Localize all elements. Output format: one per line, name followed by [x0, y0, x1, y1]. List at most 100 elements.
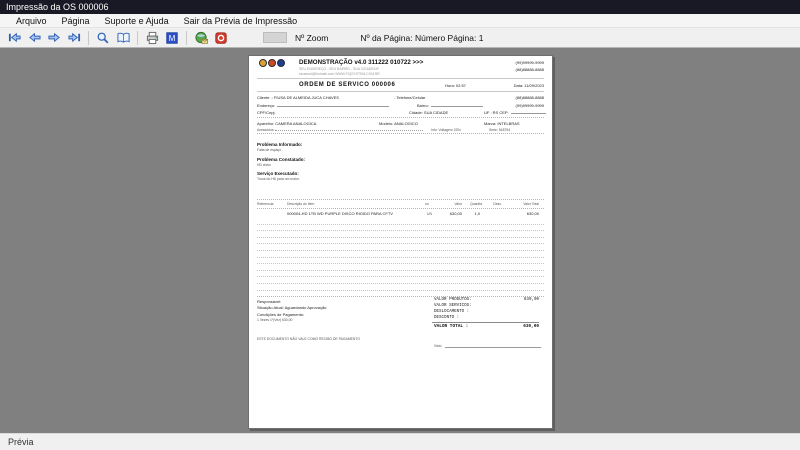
svg-text:M: M	[169, 34, 176, 43]
pdf-button[interactable]	[212, 30, 230, 46]
device-accessories-label: Acessórios :	[257, 127, 276, 132]
divider	[257, 208, 544, 209]
grand-total-value: 630,00	[523, 324, 539, 329]
document-page: DEMONSTRAÇÃO v4.0 311222 010722 >>> SEU …	[248, 55, 553, 429]
logo-circle-blue	[277, 59, 285, 67]
two-pages-icon	[116, 31, 131, 44]
company-phone-2: (88)88888-8888	[515, 67, 544, 72]
page-number-label: Nº da Página: Número Página: 1	[360, 32, 484, 43]
empty-item-row	[257, 264, 544, 271]
next-page-icon	[47, 31, 62, 44]
device-brand: Marca: INTELBRAS	[484, 120, 520, 126]
problem-found-text: HD cheio	[257, 163, 271, 167]
device-serial: Serie: 548754	[489, 127, 511, 132]
send-email-icon	[194, 31, 209, 45]
client-district-label: Bairro:	[417, 102, 429, 108]
empty-item-row	[257, 238, 544, 245]
first-page-icon	[7, 31, 22, 44]
total-products-label: VALOR PRODUTOS:	[434, 298, 472, 302]
empty-item-row	[257, 225, 544, 232]
company-name: DEMONSTRAÇÃO v4.0 311222 010722 >>>	[299, 59, 424, 66]
divider	[432, 322, 539, 323]
empty-item-row	[257, 231, 544, 238]
prev-page-button[interactable]	[25, 30, 43, 46]
zoom-input[interactable]	[263, 32, 287, 43]
blank-line	[431, 103, 483, 107]
empty-item-row	[257, 258, 544, 265]
export-word-button[interactable]: M	[163, 30, 181, 46]
toolbar-separator	[88, 30, 89, 45]
grand-total-label: VALOR TOTAL :	[434, 324, 469, 329]
client-city: Cidade: SUA CIDADE	[409, 110, 449, 115]
payment-installments: 1 Vezes 1º(Vez) 630,00	[257, 317, 293, 322]
divider	[257, 133, 544, 134]
disclaimer-text: ESTE DOCUMENTO NÃO VALE COMO RECIBO DE P…	[257, 337, 360, 341]
empty-item-row	[257, 251, 544, 258]
blank-line	[511, 110, 546, 114]
col-un: un	[425, 202, 429, 206]
problem-found-title: Problema Constatado:	[257, 157, 306, 162]
next-page-button[interactable]	[45, 30, 63, 46]
empty-item-row	[257, 271, 544, 278]
zoom-icon	[96, 31, 110, 45]
company-address: SEU ENDEREÇO - SEU BAIRRO - SUA CIDADE/U…	[299, 67, 380, 71]
order-title: ORDEM DE SERVICO 000006	[299, 81, 396, 88]
two-pages-button[interactable]	[114, 30, 132, 46]
divider	[257, 117, 544, 118]
logo-circle-red	[268, 59, 276, 67]
company-contact: seuemail@hotmail.com WWW.FIQSYSTEM.COM.B…	[299, 71, 380, 76]
company-phone-1: (99)99999-9999	[515, 60, 544, 65]
problem-reported-text: Falta de espaço	[257, 148, 282, 152]
col-valor: Valor	[454, 202, 462, 206]
print-icon	[145, 31, 160, 45]
app-window: Impressão da OS 000006 Arquivo Página Su…	[0, 0, 800, 450]
client-phone-label: - Telefone/Celular	[394, 95, 426, 100]
total-services-label: VALOR SERVICOS:	[434, 304, 472, 308]
item-quantia: 1,0	[474, 211, 480, 216]
divider	[257, 91, 544, 92]
total-products-value: 630,00	[523, 298, 539, 302]
menu-pagina[interactable]: Página	[62, 16, 90, 26]
client-uf-cep: UF : RS CEP:	[484, 110, 509, 115]
empty-item-row	[257, 244, 544, 251]
last-page-button[interactable]	[65, 30, 83, 46]
device-model: Modelo: ANALOGICO	[379, 120, 418, 126]
logo-circle-gold	[259, 59, 267, 67]
current-status: Situação Atual: Aguardando Aprovação	[257, 305, 327, 310]
blank-line	[275, 127, 423, 131]
first-page-button[interactable]	[5, 30, 23, 46]
send-email-button[interactable]	[192, 30, 210, 46]
discount-label: DESCONTO :	[434, 316, 460, 320]
pdf-icon	[214, 31, 228, 45]
displacement-label: DESLOCAMENTO :	[434, 310, 470, 314]
menu-arquivo[interactable]: Arquivo	[16, 16, 47, 26]
last-page-icon	[67, 31, 82, 44]
blank-line	[277, 103, 389, 107]
responsible-label: Responsável:	[257, 299, 282, 304]
zoom-label: Nº Zoom	[295, 32, 329, 43]
menu-sair-da-previa[interactable]: Sair da Prévia de Impressão	[184, 16, 298, 26]
title-bar[interactable]: Impressão da OS 000006	[0, 0, 800, 14]
menu-bar: Arquivo Página Suporte e Ajuda Sair da P…	[0, 14, 800, 28]
menu-suporte-e-ajuda[interactable]: Suporte e Ajuda	[105, 16, 169, 26]
col-valor-total: Valor Total	[523, 202, 539, 206]
divider	[257, 78, 544, 79]
service-done-title: Serviço Executado:	[257, 171, 299, 176]
preview-area[interactable]: DEMONSTRAÇÃO v4.0 311222 010722 >>> SEU …	[0, 48, 800, 433]
device-name: Aparelho: CAMERA ANALOGICA	[257, 120, 317, 126]
toolbar-separator	[186, 30, 187, 45]
col-desc: Desc.	[493, 202, 502, 206]
device-info: Info: Voltagem 220v	[431, 127, 461, 132]
divider	[257, 199, 544, 200]
empty-item-rows	[257, 218, 544, 298]
client-name: Cliente .: FIUSA DE ALMEIDA JUCA CHAVES	[257, 95, 339, 100]
service-done-text: Troca do HD para um maior.	[257, 177, 300, 181]
payment-terms-label: Condições de Pagamento:	[257, 311, 305, 317]
export-word-icon: M	[165, 31, 179, 45]
print-button[interactable]	[143, 30, 161, 46]
prev-page-icon	[27, 31, 42, 44]
visto-label: Visto	[434, 344, 442, 348]
order-time: Hora: 02:57	[445, 83, 466, 88]
zoom-button[interactable]	[94, 30, 112, 46]
status-text: Prévia	[8, 437, 34, 447]
